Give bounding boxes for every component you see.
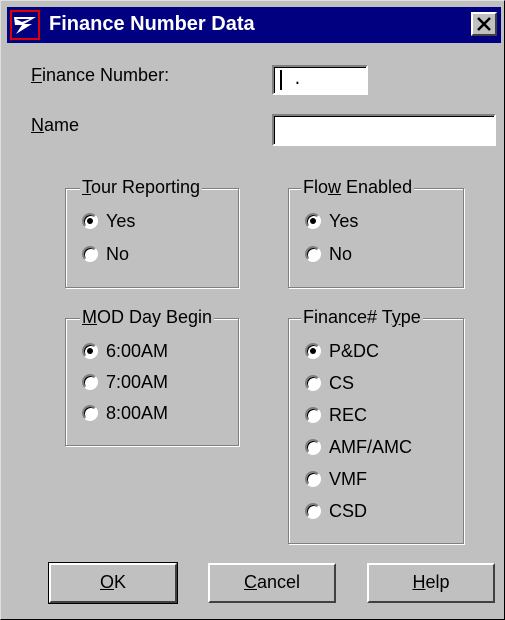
radio-button-icon xyxy=(82,343,98,359)
flow-enabled-legend: Flow Enabled xyxy=(301,177,415,198)
radio-button-icon xyxy=(305,407,321,423)
finance-number-label: Finance Number: xyxy=(31,65,170,85)
help-button[interactable]: Help xyxy=(367,563,495,603)
flow-enabled-group: Flow Enabled Yes No xyxy=(288,177,464,288)
text-caret xyxy=(280,70,282,90)
name-input[interactable] xyxy=(274,116,494,144)
app-eagle-icon xyxy=(10,10,40,40)
radio-button-icon xyxy=(305,246,321,262)
finance-number-field[interactable]: . xyxy=(272,65,368,95)
finance-number-mask: . xyxy=(282,71,346,89)
finance-number-dialog: Finance Number Data Finance Number: . Na… xyxy=(0,0,505,620)
radio-button-icon xyxy=(82,213,98,229)
close-button[interactable] xyxy=(471,12,497,36)
tour-reporting-group: Tour Reporting Yes No xyxy=(65,177,239,288)
cancel-button[interactable]: Cancel xyxy=(208,563,336,603)
radio-button-icon xyxy=(305,375,321,391)
radio-button-icon xyxy=(305,471,321,487)
title-bar[interactable]: Finance Number Data xyxy=(7,7,501,43)
radio-button-icon xyxy=(82,405,98,421)
ok-button[interactable]: OK xyxy=(48,562,178,604)
radio-button-icon xyxy=(82,374,98,390)
radio-button-icon xyxy=(305,343,321,359)
radio-button-icon xyxy=(305,503,321,519)
close-icon xyxy=(477,17,491,31)
radio-button-icon xyxy=(82,246,98,262)
finance-type-legend: Finance# Type xyxy=(301,307,423,328)
finance-type-group: Finance# Type P&DC CS REC AMF/AMC VMF CS… xyxy=(288,307,464,544)
mod-day-begin-legend: MOD Day Begin xyxy=(80,307,215,328)
name-field[interactable] xyxy=(272,114,496,146)
mod-day-begin-group: MOD Day Begin 6:00AM 7:00AM 8:00AM xyxy=(65,307,239,446)
tour-reporting-legend: Tour Reporting xyxy=(80,177,203,198)
radio-button-icon xyxy=(305,439,321,455)
name-label: Name xyxy=(31,115,80,135)
radio-button-icon xyxy=(305,213,321,229)
window-title: Finance Number Data xyxy=(49,13,255,35)
